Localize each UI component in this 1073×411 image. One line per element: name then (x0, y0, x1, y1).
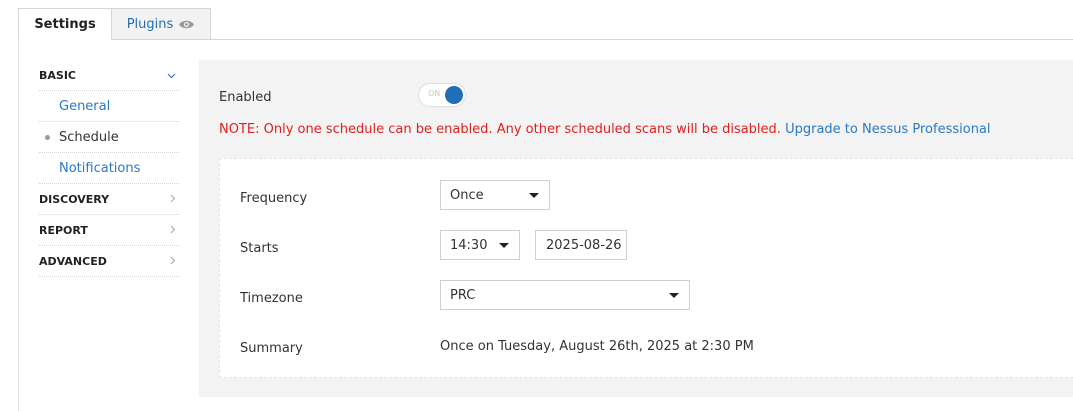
sidebar-category-advanced-label: ADVANCED (39, 254, 107, 268)
sidebar-item-notifications[interactable]: Notifications (39, 153, 179, 184)
caret-down-icon (499, 243, 509, 248)
upgrade-link[interactable]: Upgrade to Nessus Professional (785, 122, 990, 137)
eye-icon (178, 19, 195, 30)
schedule-form: Frequency Once Starts 14:30 2025-08-26 T… (219, 158, 1073, 378)
timezone-value: PRC (450, 287, 476, 303)
schedule-panel: Enabled ON NOTE: Only one schedule can b… (199, 60, 1073, 397)
frequency-label: Frequency (240, 191, 308, 206)
sidebar-item-general-label: General (59, 98, 111, 114)
note-text: NOTE: Only one schedule can be enabled. … (219, 122, 781, 137)
frequency-select[interactable]: Once (440, 180, 550, 210)
starts-label: Starts (240, 241, 279, 256)
sidebar-category-discovery-label: DISCOVERY (39, 192, 110, 206)
start-date-input[interactable]: 2025-08-26 (535, 230, 627, 260)
sidebar-category-basic-label: BASIC (39, 68, 76, 82)
toggle-on-text: ON (428, 89, 441, 98)
enabled-label: Enabled (219, 90, 272, 105)
sidebar-item-general[interactable]: General (39, 91, 179, 122)
start-time-select[interactable]: 14:30 (440, 230, 520, 260)
frequency-value: Once (450, 187, 484, 203)
sidebar-category-discovery[interactable]: DISCOVERY (39, 184, 179, 215)
sidebar-category-report[interactable]: REPORT (39, 215, 179, 246)
chevron-right-icon (170, 223, 179, 237)
sidebar-item-notifications-label: Notifications (59, 160, 141, 176)
start-time-value: 14:30 (450, 237, 488, 253)
summary-value: Once on Tuesday, August 26th, 2025 at 2:… (440, 339, 754, 354)
tab-settings[interactable]: Settings (18, 8, 112, 40)
content-left-border (18, 39, 19, 411)
enabled-toggle[interactable]: ON (418, 83, 466, 107)
caret-down-icon (529, 193, 539, 198)
tab-plugins-label: Plugins (126, 17, 174, 32)
sidebar-category-report-label: REPORT (39, 223, 88, 237)
chevron-right-icon (170, 254, 179, 268)
sidebar-item-schedule[interactable]: Schedule (39, 122, 179, 153)
toggle-knob (445, 86, 463, 104)
tab-bar: Settings Plugins (18, 8, 211, 40)
sidebar-item-schedule-label: Schedule (59, 129, 119, 145)
tab-divider (18, 39, 1073, 40)
chevron-right-icon (170, 192, 179, 206)
timezone-label: Timezone (240, 291, 303, 306)
schedule-note: NOTE: Only one schedule can be enabled. … (219, 122, 991, 137)
current-item-dot-icon (45, 135, 50, 140)
tab-plugins[interactable]: Plugins (112, 8, 211, 40)
start-date-value: 2025-08-26 (546, 237, 622, 253)
timezone-select[interactable]: PRC (440, 280, 690, 310)
tab-settings-label: Settings (34, 16, 96, 32)
sidebar-category-basic[interactable]: BASIC (39, 60, 179, 91)
caret-down-icon (669, 293, 679, 298)
summary-label: Summary (240, 341, 303, 356)
chevron-down-icon (167, 68, 179, 82)
settings-sidebar: BASIC General Schedule Notifications DIS… (39, 60, 179, 277)
sidebar-category-advanced[interactable]: ADVANCED (39, 246, 179, 277)
